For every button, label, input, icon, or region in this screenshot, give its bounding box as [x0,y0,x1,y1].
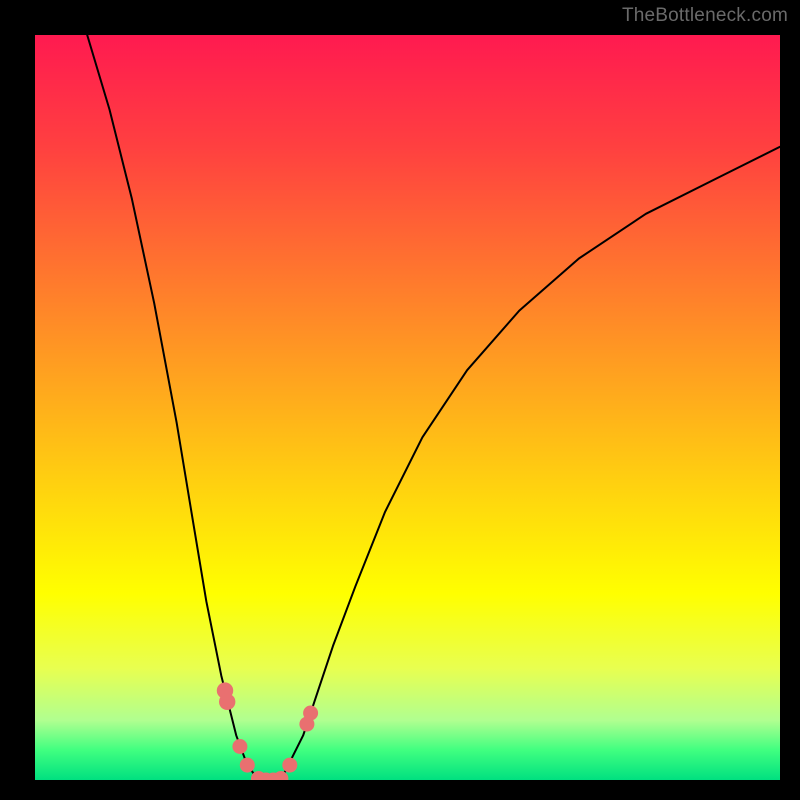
plot-area [35,35,780,780]
data-marker [232,739,247,754]
watermark-text: TheBottleneck.com [622,5,788,27]
chart-frame: TheBottleneck.com [0,0,800,800]
curve-layer [35,35,780,780]
data-marker [303,706,318,721]
bottleneck-curve [87,35,780,780]
data-marker [273,771,288,780]
data-marker [282,758,297,773]
data-marker [219,694,235,710]
data-marker [240,758,255,773]
